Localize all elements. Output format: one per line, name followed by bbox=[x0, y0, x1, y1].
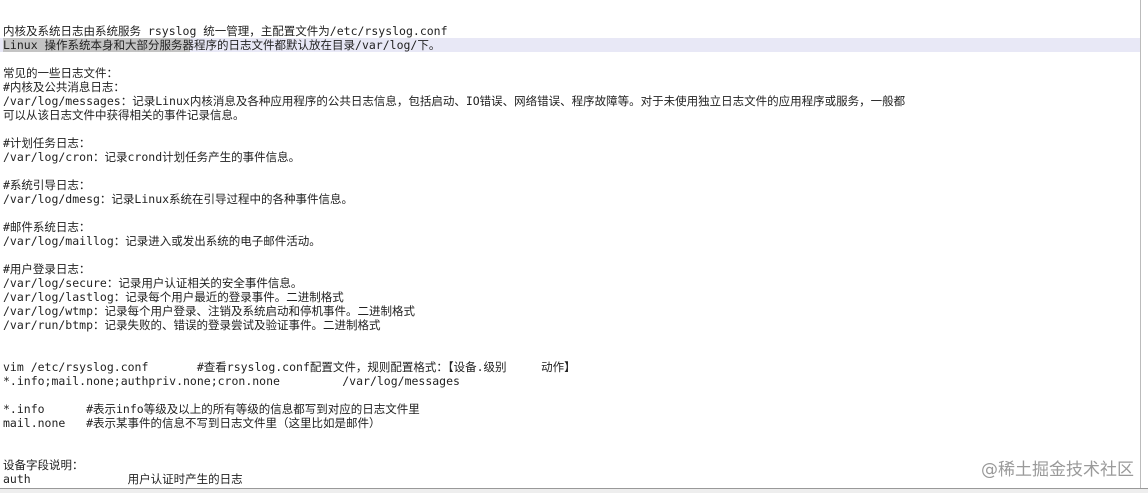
text-line: *.info;mail.none;authpriv.none;cron.none… bbox=[3, 374, 460, 388]
text-line: /var/log/messages：记录Linux内核消息及各种应用程序的公共日… bbox=[3, 94, 906, 108]
watermark: @稀土掘金技术社区 bbox=[981, 460, 1134, 480]
text-line: #计划任务日志： bbox=[3, 136, 91, 150]
text-line: Linux 操作系统本身和大部分服务器程序的日志文件都默认放在目录/var/lo… bbox=[3, 38, 441, 52]
text-line: /var/log/cron：记录crond计划任务产生的事件信息。 bbox=[3, 150, 301, 164]
text-line: *.info #表示info等级及以上的所有等级的信息都写到对应的日志文件里 bbox=[3, 402, 420, 416]
text-line: 可以从该日志文件中获得相关的事件记录信息。 bbox=[3, 108, 245, 122]
text-line: #系统引导日志： bbox=[3, 178, 91, 192]
text-line: vim /etc/rsyslog.conf #查看rsyslog.conf配置文… bbox=[3, 360, 576, 374]
text-line: /var/log/lastlog：记录每个用户最近的登录事件。二进制格式 bbox=[3, 290, 344, 304]
text-line: #用户登录日志： bbox=[3, 262, 91, 276]
text-line: /var/log/maillog：记录进入或发出系统的电子邮件活动。 bbox=[3, 234, 321, 248]
text-line: mail.none #表示某事件的信息不写到日志文件里（这里比如是邮件） bbox=[3, 416, 381, 430]
text-line: /var/log/secure：记录用户认证相关的安全事件信息。 bbox=[3, 276, 303, 290]
text-line: 内核及系统日志由系统服务 rsyslog 统一管理，主配置文件为/etc/rsy… bbox=[3, 24, 448, 38]
status-bar bbox=[0, 488, 1148, 493]
text-line: /var/log/dmesg：记录Linux系统在引导过程中的各种事件信息。 bbox=[3, 192, 354, 206]
text-line: #内核及公共消息日志： bbox=[3, 80, 125, 94]
text-line: 设备字段说明： bbox=[3, 458, 84, 472]
text-line: 常见的一些日志文件： bbox=[3, 66, 118, 80]
scrollbar-edge[interactable] bbox=[1140, 0, 1141, 488]
text-line: /var/log/wtmp：记录每个用户登录、注销及系统启动和停机事件。二进制格… bbox=[3, 304, 416, 318]
text-line: auth 用户认证时产生的日志 bbox=[3, 472, 243, 486]
text-line: /var/run/btmp：记录失败的、错误的登录尝试及验证事件。二进制格式 bbox=[3, 318, 381, 332]
text-line: #邮件系统日志： bbox=[3, 220, 91, 234]
